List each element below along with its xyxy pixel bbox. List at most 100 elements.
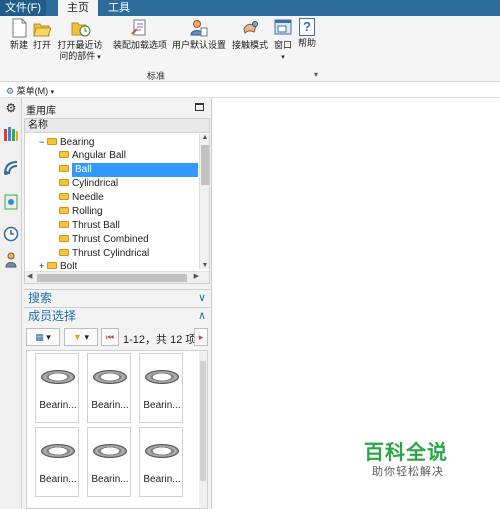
member-grid: Bearin... Bearin... Bearin... Bearin... … <box>26 350 208 509</box>
user-defaults-button[interactable]: 用户默认设置 <box>171 18 227 51</box>
group-launcher-icon[interactable]: ▾ <box>314 70 318 79</box>
scroll-right-icon[interactable]: ▶ <box>194 272 199 280</box>
tree-horizontal-scrollbar[interactable]: ◀ ▶ <box>25 271 209 283</box>
folder-icon <box>59 248 69 256</box>
bearing-thumbnail <box>93 370 127 384</box>
touch-mode-button[interactable]: 接触模式 <box>231 18 269 51</box>
menu-tab-bar: 文件(F) 主页 工具 <box>0 0 500 16</box>
ribbon-group-label: 标准 <box>146 71 165 81</box>
tab-tools[interactable]: 工具 <box>104 0 134 16</box>
watermark-title: 百科全说 <box>364 442 448 464</box>
view-mode-button[interactable]: ▦ ▾ <box>26 328 60 346</box>
ribbon: 新建 打开 打开最近访 问的部件 ▾ 装配加载选项 用户默认设置 接触模式 窗口… <box>0 16 500 82</box>
clock-icon[interactable] <box>3 226 19 242</box>
menu-row: ⚙ 菜单(M) ▾ <box>0 83 500 98</box>
scroll-up-icon[interactable]: ▲ <box>200 134 209 141</box>
open-recent-label-1: 打开最近访 <box>57 40 103 50</box>
tree-node-thrust-ball[interactable]: Thrust Ball <box>59 219 120 233</box>
touch-mode-label: 接触模式 <box>231 40 268 50</box>
tree-node-bearing[interactable]: − Bearing <box>39 135 94 149</box>
collapse-icon[interactable]: − <box>39 135 47 149</box>
window-dropdown-icon[interactable]: ▾ <box>281 54 285 61</box>
member-caption: Bearin... <box>143 474 181 485</box>
chevron-down-icon[interactable]: ∨ <box>198 290 206 306</box>
grid-vertical-scrollbar[interactable] <box>199 351 207 508</box>
bearing-thumbnail <box>93 444 127 458</box>
folder-icon <box>47 137 57 145</box>
member-card[interactable]: Bearin... <box>139 427 183 497</box>
open-recent-button[interactable]: 打开最近访 问的部件 ▾ <box>55 18 105 63</box>
search-section-header[interactable]: 搜索 ∨ <box>24 289 210 305</box>
graphics-window[interactable] <box>212 98 500 509</box>
folder-icon <box>59 206 69 214</box>
bearing-thumbnail <box>145 370 179 384</box>
tab-file[interactable]: 文件(F) <box>0 0 46 16</box>
tab-home[interactable]: 主页 <box>58 0 98 16</box>
tree-vertical-scrollbar[interactable]: ▲ ▼ <box>199 134 209 269</box>
bearing-thumbnail <box>145 444 179 458</box>
help-icon-glyph: ? <box>303 19 311 34</box>
open-icon <box>33 18 52 38</box>
assembly-load-options-button[interactable]: 装配加载选项 <box>111 18 169 51</box>
folder-icon <box>59 150 69 158</box>
help-button[interactable]: ? 帮助 <box>296 18 318 49</box>
tree-node-rolling[interactable]: Rolling <box>59 205 103 219</box>
new-icon <box>10 18 28 38</box>
dropdown-arrow-icon[interactable]: ▾ <box>95 54 101 61</box>
maximize-icon[interactable] <box>195 103 204 111</box>
help-icon: ? <box>299 18 315 36</box>
assembly-load-icon <box>131 18 149 38</box>
folder-icon <box>59 234 69 242</box>
filter-icon: ▼ <box>73 332 82 342</box>
new-label: 新建 <box>9 40 28 50</box>
open-button[interactable]: 打开 <box>31 18 53 51</box>
member-card[interactable]: Bearin... <box>87 427 131 497</box>
scroll-down-icon[interactable]: ▼ <box>200 262 209 269</box>
scroll-thumb[interactable] <box>201 145 209 185</box>
tree-column-header[interactable]: 名称 <box>25 119 209 133</box>
window-button[interactable]: 窗口 ▾ <box>272 18 294 63</box>
history-palette-icon[interactable] <box>3 194 19 210</box>
last-page-button[interactable]: ▸ <box>194 328 208 346</box>
member-card[interactable]: Bearin... <box>139 353 183 423</box>
member-select-section-header[interactable]: 成员选择 ∧ <box>24 307 210 323</box>
chevron-down-icon: ▾ <box>50 89 55 96</box>
user-defaults-label: 用户默认设置 <box>171 40 226 50</box>
tree-node-thrust-combined[interactable]: Thrust Combined <box>59 233 149 247</box>
expand-icon[interactable]: + <box>39 262 47 270</box>
tree-node-thrust-cylindrical[interactable]: Thrust Cylindrical <box>59 247 149 261</box>
scroll-thumb[interactable] <box>37 274 187 282</box>
role-icon[interactable] <box>3 252 19 268</box>
folder-icon <box>59 192 69 200</box>
menu-button[interactable]: ⚙ 菜单(M) ▾ <box>6 84 54 97</box>
folder-icon <box>59 178 69 186</box>
scroll-thumb[interactable] <box>200 361 206 481</box>
web-browser-icon[interactable] <box>3 160 19 176</box>
tree-node-angular-ball[interactable]: Angular Ball <box>59 149 126 163</box>
tree-node-needle[interactable]: Needle <box>59 191 104 205</box>
bearing-thumbnail <box>41 370 75 384</box>
new-button[interactable]: 新建 <box>6 18 32 51</box>
member-card[interactable]: Bearin... <box>35 427 79 497</box>
resource-bar-settings-icon[interactable]: ⚙ <box>3 100 19 116</box>
tree-node-ball[interactable]: Ball <box>59 163 198 177</box>
open-label: 打开 <box>32 40 51 50</box>
bearing-thumbnail <box>41 444 75 458</box>
member-card[interactable]: Bearin... <box>87 353 131 423</box>
view-mode-icon: ▦ <box>35 332 44 342</box>
chevron-up-icon[interactable]: ∧ <box>198 308 206 324</box>
tree-node-bolt[interactable]: + Bolt <box>39 262 77 270</box>
library-tree: 名称 − Bearing Angular Ball Ball Cylindrica… <box>24 118 210 284</box>
filter-button[interactable]: ▼ ▾ <box>64 328 98 346</box>
watermark-subtitle: 助你轻松解决 <box>372 466 444 478</box>
folder-icon <box>59 164 69 172</box>
first-page-button[interactable]: ⏮ <box>101 328 119 346</box>
member-card[interactable]: Bearin... <box>35 353 79 423</box>
member-caption: Bearin... <box>39 400 77 411</box>
reuse-library-icon[interactable] <box>3 126 19 142</box>
scroll-left-icon[interactable]: ◀ <box>27 272 32 280</box>
user-defaults-icon <box>190 18 208 38</box>
tree-node-cylindrical[interactable]: Cylindrical <box>59 177 118 191</box>
member-caption: Bearin... <box>143 400 181 411</box>
window-label: 窗口 <box>273 40 292 50</box>
